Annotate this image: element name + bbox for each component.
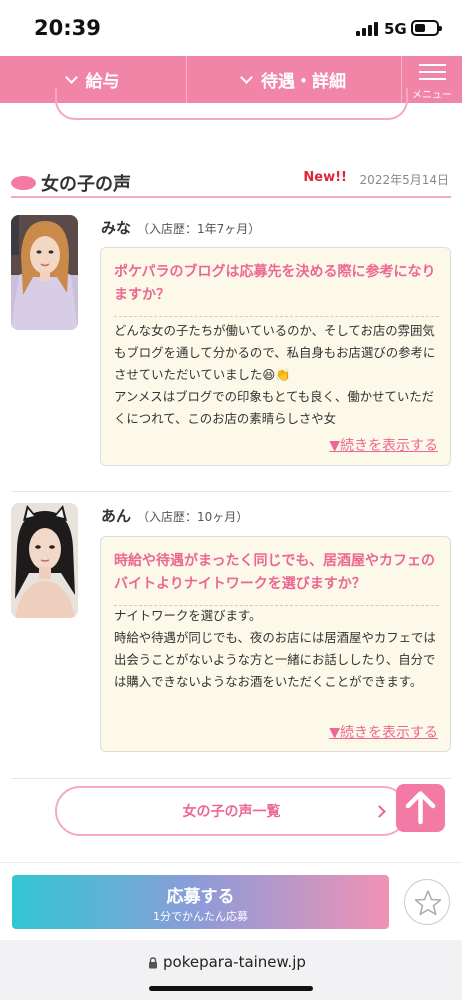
chevron-down-icon	[240, 70, 253, 84]
apply-label: 応募する	[166, 887, 235, 907]
voice-answer: ナイトワークを選びます。 時給や待遇が同じでも、夜のお店には居酒屋やカフェでは出…	[114, 608, 436, 689]
voice-divider	[11, 491, 451, 492]
star-icon	[414, 890, 442, 916]
voice-card: 時給や待遇がまったく同じでも、居酒屋やカフェのバイトよりナイトワークを選びますか…	[100, 536, 451, 752]
voice-question: ポケパラのブログは応募先を決める際に参考になりますか？	[114, 264, 436, 303]
voice-item: あん （入店歴：10ヶ月） 時給や待遇がまったく同じでも、居酒屋やカフェのバイトよ…	[0, 500, 462, 770]
voice-name: あん （入店歴：10ヶ月）	[101, 505, 248, 526]
previous-section-button[interactable]	[55, 88, 408, 120]
voice-name-text: みな	[101, 219, 132, 237]
section-header: 女の子の声 New!! 2022年5月14日	[11, 166, 451, 198]
voice-name: みな （入店歴：1年7ヶ月）	[101, 217, 260, 238]
home-indicator	[149, 986, 313, 991]
voice-history: （入店歴：10ヶ月）	[137, 510, 249, 524]
url-text[interactable]: pokepara-tainew.jp	[163, 953, 306, 971]
menu-label: メニュー	[412, 90, 452, 101]
status-time: 20:39	[34, 16, 101, 40]
chevron-right-icon	[373, 805, 386, 818]
voice-name-text: あん	[101, 507, 132, 525]
voices-list-label: 女の子の声一覧	[182, 804, 281, 820]
menu-button[interactable]: メニュー	[402, 56, 462, 103]
show-more-link[interactable]: ▼続きを表示する	[329, 722, 438, 742]
voices-list-button[interactable]: 女の子の声一覧	[55, 786, 408, 836]
show-more-link[interactable]: ▼続きを表示する	[329, 435, 438, 455]
avatar[interactable]	[11, 503, 78, 618]
apply-button[interactable]: 応募する 1分でかんたん応募	[12, 875, 389, 929]
update-date: 2022年5月14日	[359, 173, 449, 187]
section-title: 女の子の声	[41, 174, 131, 195]
browser-url-bar: pokepara-tainew.jp	[0, 940, 462, 1000]
arrow-up-icon	[405, 791, 436, 825]
lock-icon	[149, 957, 157, 969]
hamburger-icon-bar	[419, 78, 446, 80]
favorite-button[interactable]	[404, 879, 450, 925]
hamburger-icon-bar	[419, 71, 446, 73]
hamburger-icon	[419, 64, 446, 66]
voice-answer: どんな女の子たちが働いているのか、そしてお店の雰囲気もブログを通して分かるので、…	[114, 323, 436, 426]
avatar[interactable]	[11, 215, 78, 330]
voice-question: 時給や待遇がまったく同じでも、居酒屋やカフェのバイトよりナイトワークを選びますか…	[114, 553, 436, 592]
apply-bar: 応募する 1分でかんたん応募	[0, 862, 462, 940]
voice-card: ポケパラのブログは応募先を決める際に参考になりますか？ どんな女の子たちが働いて…	[100, 247, 451, 466]
voice-history: （入店歴：1年7ヶ月）	[137, 222, 261, 236]
battery-icon	[411, 20, 442, 36]
scroll-top-button[interactable]	[396, 784, 445, 832]
network-type: 5G	[384, 20, 407, 38]
chevron-down-icon	[64, 70, 78, 84]
card-divider	[114, 316, 439, 317]
speech-bubble-icon	[11, 176, 36, 190]
voice-item: みな （入店歴：1年7ヶ月） ポケパラのブログは応募先を決める際に参考になりますか…	[0, 214, 462, 484]
signal-icon	[356, 22, 378, 36]
status-bar: 20:39 5G	[0, 0, 462, 56]
apply-sublabel: 1分でかんたん応募	[153, 910, 248, 923]
voice-divider	[11, 778, 451, 779]
new-badge: New!!	[303, 170, 347, 185]
